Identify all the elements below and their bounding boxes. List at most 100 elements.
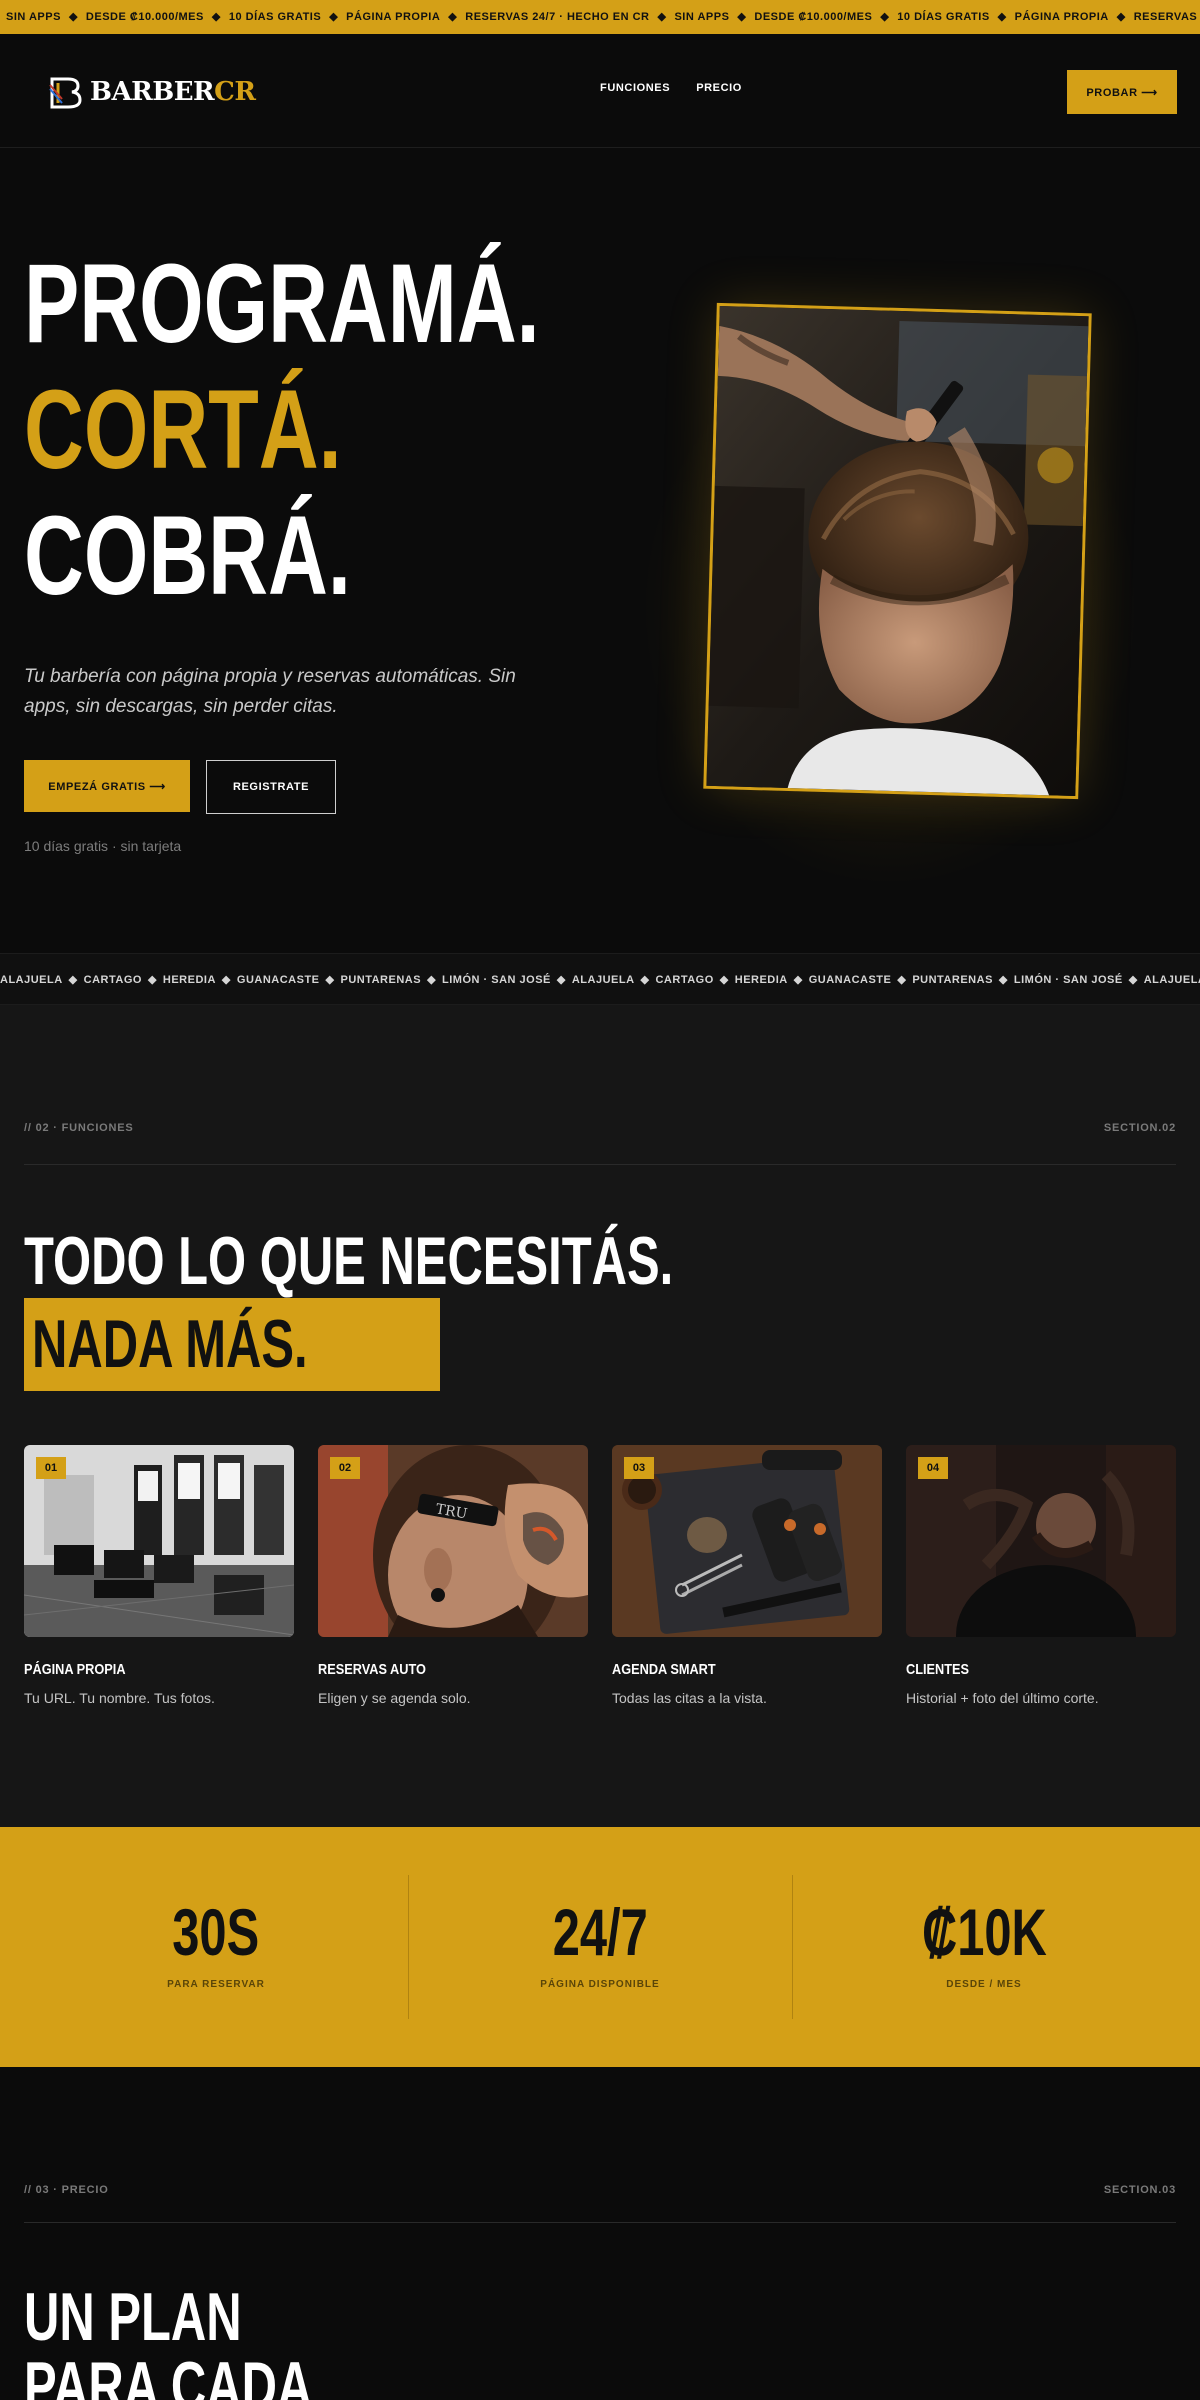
try-button[interactable]: PROBAR ⟶ (1067, 70, 1177, 114)
promo-ticker-track: SIN APPS ◆ DESDE ₡10.000/MES ◆ 10 DÍAS GRATI… (0, 0, 1200, 34)
provinces-ticker-item: HEREDIA (162, 974, 216, 986)
pricing-divider (24, 2222, 1176, 2223)
feature-card-image: 01 (24, 1445, 294, 1637)
hero-barber-photo (703, 302, 1092, 800)
promo-ticker-item: SIN APPS (6, 11, 61, 23)
diamond-separator-icon: ◆ (897, 974, 907, 986)
diamond-separator-icon: ◆ (325, 974, 335, 986)
diamond-separator-icon: ◆ (657, 11, 667, 23)
provinces-ticker-item: HEREDIA (734, 974, 788, 986)
promo-ticker-item: DESDE ₡10.000/MES (754, 11, 873, 23)
diamond-separator-icon: ◆ (1128, 974, 1138, 986)
feature-card-title: CLIENTES (906, 1661, 970, 1678)
pricing-title: UN PLAN PARA CADA (24, 2282, 313, 2400)
pricing-section-tag: SECTION.03 (1103, 2184, 1176, 2196)
provinces-ticker-item: LIMÓN · SAN JOSÉ (442, 974, 551, 986)
feature-card-description: Historial + foto del último corte. (906, 1690, 1099, 1706)
promo-ticker-item: SIN APPS (674, 11, 730, 23)
diamond-separator-icon: ◆ (640, 974, 650, 986)
promo-ticker-item: RESERVAS 24/7 · HECHO EN CR (1133, 11, 1200, 23)
features-section-tag: SECTION.02 (1103, 1122, 1176, 1134)
provinces-ticker-item: CARTAGO (83, 974, 142, 986)
stat-value: ₡10K (792, 1899, 1176, 1965)
stats-band: 30S PARA RESERVAR 24/7 PÁGINA DISPONIBLE… (0, 1827, 1200, 2067)
feature-card-agenda-smart[interactable]: 03 AGENDA SMART Todas las citas a la vis… (612, 1445, 882, 1706)
logo[interactable]: BARBERCR (48, 74, 256, 110)
feature-card-description: Tu URL. Tu nombre. Tus fotos. (24, 1690, 215, 1706)
provinces-ticker-item: CARTAGO (655, 974, 714, 986)
provinces-ticker-item: ALAJUELA (1143, 974, 1200, 986)
stat-value-text: 30S (172, 1895, 260, 1969)
promo-ticker-item: PÁGINA PROPIA (1014, 11, 1109, 23)
stat-value: 24/7 (408, 1899, 792, 1965)
diamond-separator-icon: ◆ (211, 11, 221, 23)
promo-ticker: SIN APPS ◆ DESDE ₡10.000/MES ◆ 10 DÍAS GRATI… (0, 0, 1200, 34)
nav-link-precio[interactable]: PRECIO (696, 82, 742, 94)
diamond-separator-icon: ◆ (880, 11, 890, 23)
features-divider (24, 1164, 1176, 1165)
provinces-ticker-item: ALAJUELA (571, 974, 635, 986)
diamond-separator-icon: ◆ (68, 974, 78, 986)
feature-card-title: RESERVAS AUTO (318, 1661, 426, 1678)
stat-value: 30S (24, 1899, 408, 1965)
hero-headline-line2: CORTÁ. (24, 367, 342, 492)
features-title: TODO LO QUE NECESITÁS. (24, 1223, 674, 1299)
start-free-button[interactable]: EMPEZÁ GRATIS ⟶ (24, 760, 190, 812)
feature-card-clientes[interactable]: 04 CLIENTES Historial + foto del último … (906, 1445, 1176, 1706)
stat-value-text: ₡10K (921, 1895, 1047, 1969)
logo-text-barber: BARBER (90, 77, 215, 107)
logo-icon (48, 75, 84, 109)
diamond-separator-icon: ◆ (737, 11, 747, 23)
diamond-separator-icon: ◆ (997, 11, 1007, 23)
provinces-ticker: ALAJUELA ◆ CARTAGO ◆ HEREDIA ◆ GUANACASTE ◆ PUNT… (0, 953, 1200, 1005)
stat-label: PÁGINA DISPONIBLE (540, 1979, 660, 1990)
provinces-ticker-item: GUANACASTE (236, 974, 320, 986)
diamond-separator-icon: ◆ (448, 11, 458, 23)
feature-card-image: 04 (906, 1445, 1176, 1637)
feature-card-image: 03 (612, 1445, 882, 1637)
feature-card-image: TRU 02 (318, 1445, 588, 1637)
pricing-section: // 03 · PRECIO SECTION.03 UN PLAN PARA C… (0, 2067, 1200, 2400)
diamond-separator-icon: ◆ (556, 974, 566, 986)
hero-headline-line1: PROGRAMÁ. (24, 241, 540, 366)
features-title-highlight-text: NADA MÁS. (32, 1306, 308, 1382)
diamond-separator-icon: ◆ (221, 974, 231, 986)
stat-price: ₡10K DESDE / MES (792, 1827, 1176, 2067)
register-button[interactable]: REGISTRATE (206, 760, 336, 814)
provinces-ticker-item: LIMÓN · SAN JOSÉ (1013, 974, 1123, 986)
nav-link-funciones[interactable]: FUNCIONES (600, 82, 670, 94)
features-title-highlight: NADA MÁS. (24, 1298, 440, 1391)
feature-card-description: Eligen y se agenda solo. (318, 1690, 471, 1706)
diamond-separator-icon: ◆ (998, 974, 1008, 986)
stat-reservation-time: 30S PARA RESERVAR (24, 1827, 408, 2067)
hero-note: 10 días gratis · sin tarjeta (24, 838, 182, 854)
feature-card-description: Todas las citas a la vista. (612, 1690, 767, 1706)
feature-card-number: 02 (330, 1457, 360, 1479)
feature-card-number: 01 (36, 1457, 66, 1479)
feature-card-number: 03 (624, 1457, 654, 1479)
diamond-separator-icon: ◆ (147, 974, 157, 986)
main-nav: FUNCIONES PRECIO (600, 82, 742, 94)
stat-label: PARA RESERVAR (167, 1979, 265, 1990)
stat-label: DESDE / MES (946, 1979, 1022, 1990)
site-header: BARBERCR FUNCIONES PRECIO PROBAR ⟶ (0, 34, 1200, 148)
pricing-section-label: // 03 · PRECIO (24, 2184, 109, 2196)
hero-section: PROGRAMÁ. CORTÁ. COBRÁ. Tu barbería con … (0, 148, 1200, 953)
logo-wordmark: BARBERCR (90, 77, 256, 107)
pricing-title-line2: PARA CADA (24, 2348, 313, 2400)
diamond-separator-icon: ◆ (793, 974, 803, 986)
stat-value-text: 24/7 (552, 1895, 648, 1969)
hero-headline-line3: COBRÁ. (24, 493, 351, 618)
feature-card-reservas-auto[interactable]: TRU 02 RESERVAS AUTO Eligen y se agenda … (318, 1445, 588, 1706)
provinces-ticker-track: ALAJUELA ◆ CARTAGO ◆ HEREDIA ◆ GUANACASTE ◆ PUNT… (0, 954, 1200, 1004)
diamond-separator-icon: ◆ (68, 11, 78, 23)
provinces-ticker-item: PUNTARENAS (912, 974, 993, 986)
hero-subtitle: Tu barbería con página propia y reservas… (24, 666, 516, 717)
stat-availability: 24/7 PÁGINA DISPONIBLE (408, 1827, 792, 2067)
feature-card-pagina-propia[interactable]: 01 PÁGINA PROPIA Tu URL. Tu nombre. Tus … (24, 1445, 294, 1706)
diamond-separator-icon: ◆ (329, 11, 339, 23)
diamond-separator-icon: ◆ (1116, 11, 1126, 23)
promo-ticker-item: PÁGINA PROPIA (346, 11, 441, 23)
promo-ticker-item: 10 DÍAS GRATIS (897, 11, 990, 23)
promo-ticker-item: RESERVAS 24/7 · HECHO EN CR (465, 11, 650, 23)
